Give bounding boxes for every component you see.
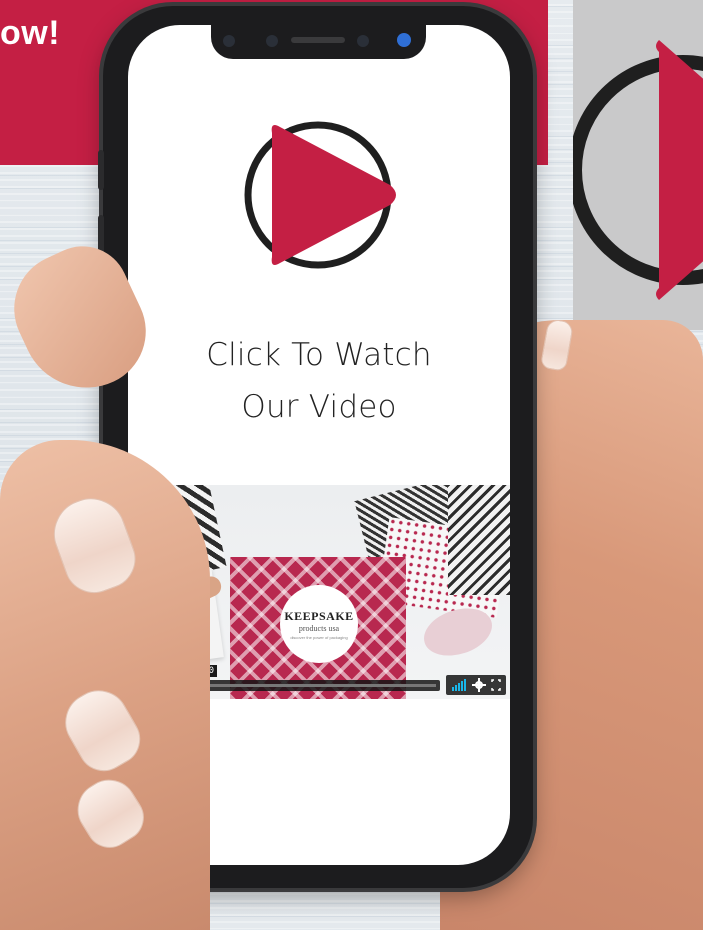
video-progress-bar[interactable]	[184, 680, 440, 691]
cta-line-2[interactable]: Our Video	[128, 389, 510, 425]
brand-tagline: discover the power of packaging	[290, 635, 348, 640]
play-triangle	[271, 125, 396, 265]
fullscreen-icon[interactable]	[491, 679, 501, 691]
ambient-sensor-icon	[357, 35, 369, 47]
side-play-logo-icon	[568, 40, 703, 300]
camera-icon	[397, 33, 411, 47]
play-video-icon[interactable]	[240, 115, 400, 275]
proximity-sensor-icon	[266, 35, 278, 47]
phone-mute-switch	[98, 150, 104, 190]
video-control-icons	[446, 675, 506, 695]
sensor-icon	[223, 35, 235, 47]
brand-title: KEEPSAKE	[284, 609, 354, 623]
gear-icon[interactable]	[472, 678, 486, 692]
phone-notch	[211, 25, 426, 59]
cta-line-1[interactable]: Click To Watch	[128, 337, 510, 373]
brand-subtitle: products usa	[298, 624, 340, 633]
volume-bars-icon[interactable]	[452, 679, 466, 691]
speaker-grille	[291, 37, 345, 43]
side-play-logo-panel	[568, 0, 703, 330]
keepsake-logo: KEEPSAKE products usa discover the power…	[280, 585, 358, 663]
banner-text: ow!	[0, 14, 61, 52]
progress-track	[188, 684, 436, 687]
pattern-card-right	[448, 485, 510, 595]
